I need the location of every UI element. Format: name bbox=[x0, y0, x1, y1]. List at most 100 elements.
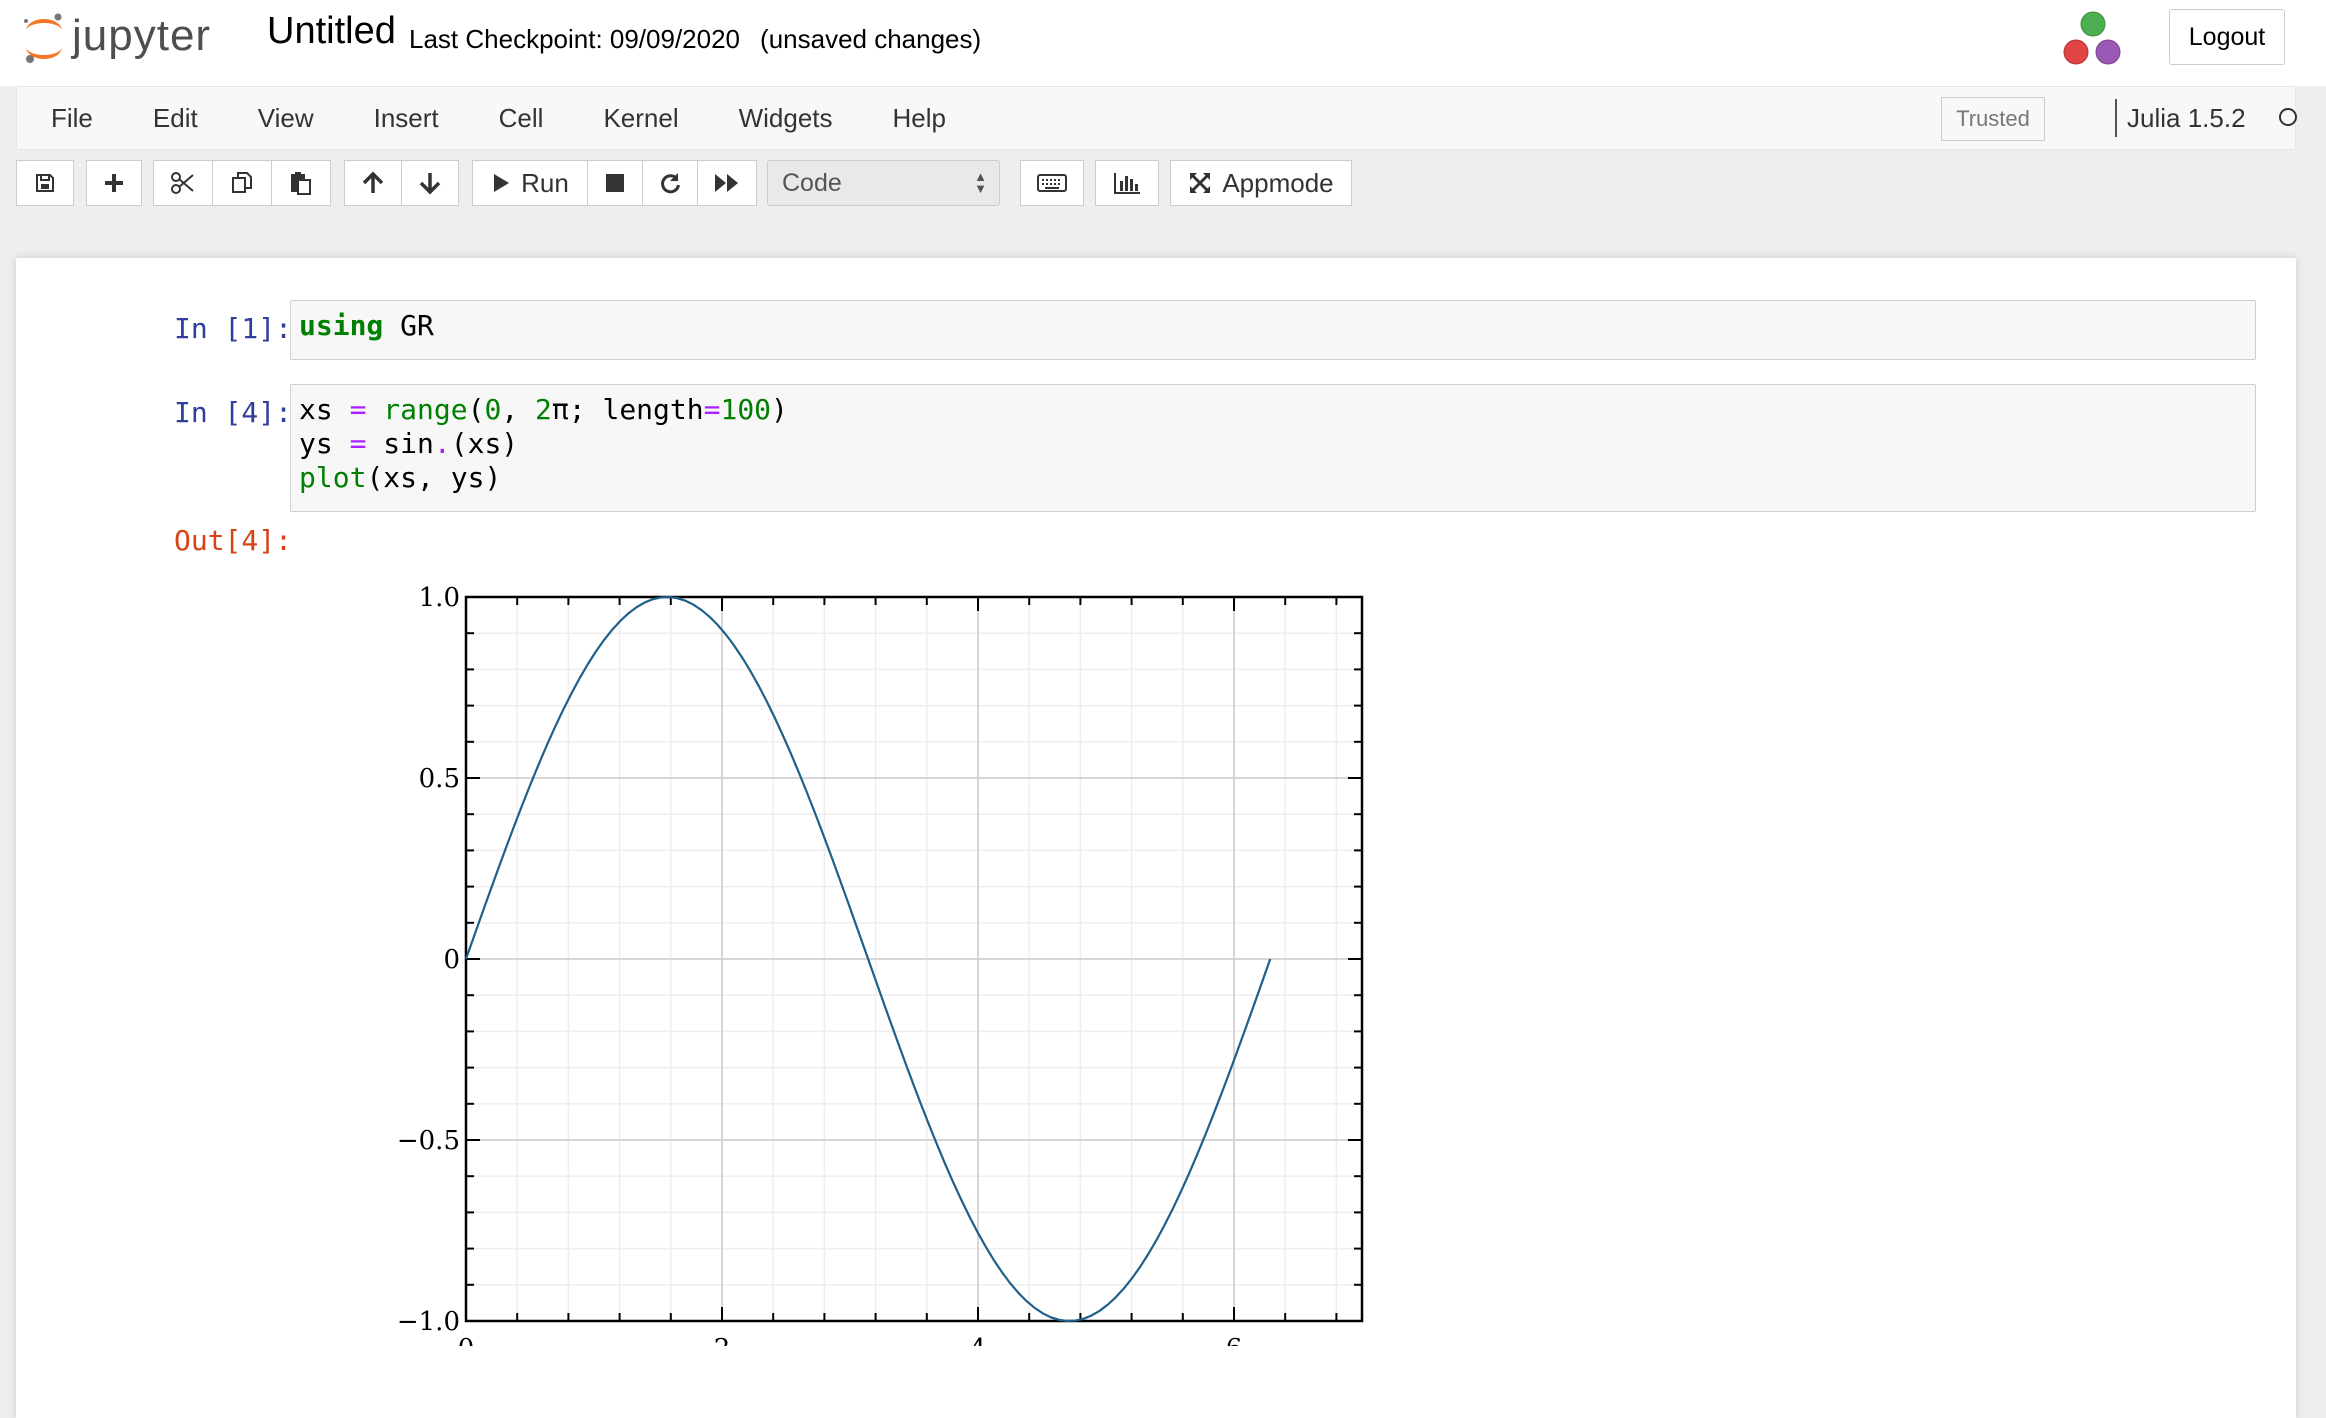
kernel-separator bbox=[2115, 99, 2117, 137]
cell-type-select[interactable]: Code ▲ ▼ bbox=[767, 160, 1000, 206]
chart-button[interactable] bbox=[1095, 160, 1159, 206]
code-token: (xs) bbox=[450, 427, 519, 460]
logout-button[interactable]: Logout bbox=[2169, 9, 2285, 65]
code-line: using GR bbox=[299, 309, 2247, 343]
notebook-name[interactable]: Untitled bbox=[267, 10, 396, 53]
menu-help[interactable]: Help bbox=[859, 103, 946, 134]
save-icon bbox=[36, 174, 54, 192]
appmode-button[interactable]: Appmode bbox=[1170, 160, 1352, 206]
code-token: ) bbox=[771, 393, 788, 426]
x-tick-label: 6 bbox=[1226, 1334, 1243, 1346]
kernel-logo-icon bbox=[2063, 11, 2121, 65]
menu-items: File Edit View Insert Cell Kernel Widget… bbox=[17, 87, 972, 149]
jupyter-logo[interactable]: jupyter bbox=[22, 8, 242, 68]
paste-button[interactable] bbox=[271, 160, 331, 206]
checkpoint-text: Last Checkpoint: 09/09/2020 bbox=[409, 24, 741, 54]
run-label: Run bbox=[521, 167, 569, 198]
code-token: = bbox=[703, 393, 721, 426]
cell-1-code[interactable]: using GR bbox=[290, 300, 2256, 360]
arrow-up-icon bbox=[362, 171, 384, 193]
keyboard-icon bbox=[1037, 174, 1067, 192]
cell-1-prompt: In [1]: bbox=[173, 312, 292, 345]
save-button[interactable] bbox=[16, 160, 74, 206]
move-down-button[interactable] bbox=[401, 160, 459, 206]
code-line: ys = sin.(xs) bbox=[299, 427, 2247, 461]
code-line: plot(xs, ys) bbox=[299, 461, 2247, 495]
menubar: File Edit View Insert Cell Kernel Widget… bbox=[16, 86, 2297, 150]
x-tick-label: 2 bbox=[714, 1334, 731, 1346]
code-token: range bbox=[383, 393, 468, 426]
code-token: 2 bbox=[535, 393, 552, 426]
cell-type-value: Code bbox=[782, 168, 842, 197]
move-up-button[interactable] bbox=[344, 160, 402, 206]
menu-file[interactable]: File bbox=[17, 103, 93, 134]
appmode-label: Appmode bbox=[1222, 167, 1334, 198]
restart-icon bbox=[661, 173, 680, 194]
code-token: 0 bbox=[484, 393, 502, 426]
y-tick-label: −0.5 bbox=[397, 1126, 460, 1156]
copy-button[interactable] bbox=[212, 160, 272, 206]
code-token: = bbox=[349, 393, 367, 426]
play-icon bbox=[494, 174, 510, 192]
x-tick-label: 4 bbox=[970, 1334, 987, 1346]
unsaved-indicator: (unsaved changes) bbox=[760, 24, 982, 54]
stop-icon bbox=[606, 174, 624, 192]
y-tick-label: 1.0 bbox=[419, 583, 460, 613]
cell-2-prompt: In [4]: bbox=[173, 396, 292, 429]
header: jupyter Untitled Last Checkpoint: 09/09/… bbox=[0, 0, 2326, 86]
select-arrows-icon: ▲ ▼ bbox=[974, 169, 987, 196]
code-token: , bbox=[501, 393, 536, 426]
expand-icon bbox=[1190, 173, 1211, 193]
cut-button[interactable] bbox=[153, 160, 213, 206]
command-palette-button[interactable] bbox=[1020, 160, 1084, 206]
code-token: GR bbox=[383, 309, 434, 342]
y-tick-label: 0.5 bbox=[419, 764, 460, 794]
code-token: sin bbox=[366, 427, 434, 460]
menu-widgets[interactable]: Widgets bbox=[705, 103, 833, 134]
insert-cell-button[interactable] bbox=[86, 160, 142, 206]
code-token: ( bbox=[467, 393, 485, 426]
toolbar: Run Code ▲ ▼ Appmode bbox=[16, 156, 2296, 210]
kernel-name: Julia 1.5.2 bbox=[2127, 103, 2246, 133]
bar-chart-icon bbox=[1114, 173, 1140, 194]
menu-insert[interactable]: Insert bbox=[340, 103, 439, 134]
jupyter-logo-icon bbox=[24, 13, 62, 63]
logo-text: jupyter bbox=[72, 11, 212, 60]
code-token: ys bbox=[299, 427, 350, 460]
restart-button[interactable] bbox=[642, 160, 698, 206]
cell-2-code[interactable]: xs = range(0, 2π; length=100) ys = sin.(x… bbox=[290, 384, 2256, 512]
restart-run-all-button[interactable] bbox=[697, 160, 757, 206]
trusted-indicator[interactable]: Trusted bbox=[1941, 97, 2045, 141]
notebook-container: In [1]: using GR In [4]: xs = range(0, 2… bbox=[16, 258, 2296, 1418]
y-tick-label: −1.0 bbox=[397, 1307, 460, 1337]
menu-edit[interactable]: Edit bbox=[119, 103, 198, 134]
code-token: = bbox=[349, 427, 367, 460]
output-prompt: Out[4]: bbox=[173, 524, 292, 557]
interrupt-button[interactable] bbox=[587, 160, 643, 206]
code-token: using bbox=[299, 309, 384, 342]
code-token: plot bbox=[299, 461, 367, 494]
y-tick-label: 0 bbox=[443, 945, 460, 975]
plot-output: 0 2 4 6 −1.0 −0.5 0 0.5 1.0 bbox=[356, 566, 1436, 1364]
menu-kernel[interactable]: Kernel bbox=[569, 103, 678, 134]
code-line: xs = range(0, 2π; length=100) bbox=[299, 393, 2247, 427]
code-token: π; length bbox=[551, 393, 704, 426]
copy-icon bbox=[232, 172, 252, 193]
fast-forward-icon bbox=[715, 174, 738, 192]
paste-icon bbox=[291, 172, 311, 195]
scissors-icon bbox=[171, 172, 194, 194]
menu-cell[interactable]: Cell bbox=[465, 103, 544, 134]
x-tick-label: 0 bbox=[458, 1334, 475, 1346]
kernel-idle-icon bbox=[2279, 108, 2297, 126]
run-button[interactable]: Run bbox=[472, 160, 588, 206]
code-token: . bbox=[433, 427, 451, 460]
code-token: xs bbox=[299, 393, 350, 426]
sine-plot: 0 2 4 6 −1.0 −0.5 0 0.5 1.0 bbox=[397, 583, 1364, 1364]
code-token: (xs, ys) bbox=[366, 461, 502, 494]
checkpoint-status: Last Checkpoint: 09/09/2020 (unsaved chan… bbox=[409, 24, 1001, 55]
code-token: 100 bbox=[720, 393, 772, 426]
menu-view[interactable]: View bbox=[224, 103, 314, 134]
plus-icon bbox=[105, 174, 123, 192]
arrow-down-icon bbox=[419, 173, 441, 195]
